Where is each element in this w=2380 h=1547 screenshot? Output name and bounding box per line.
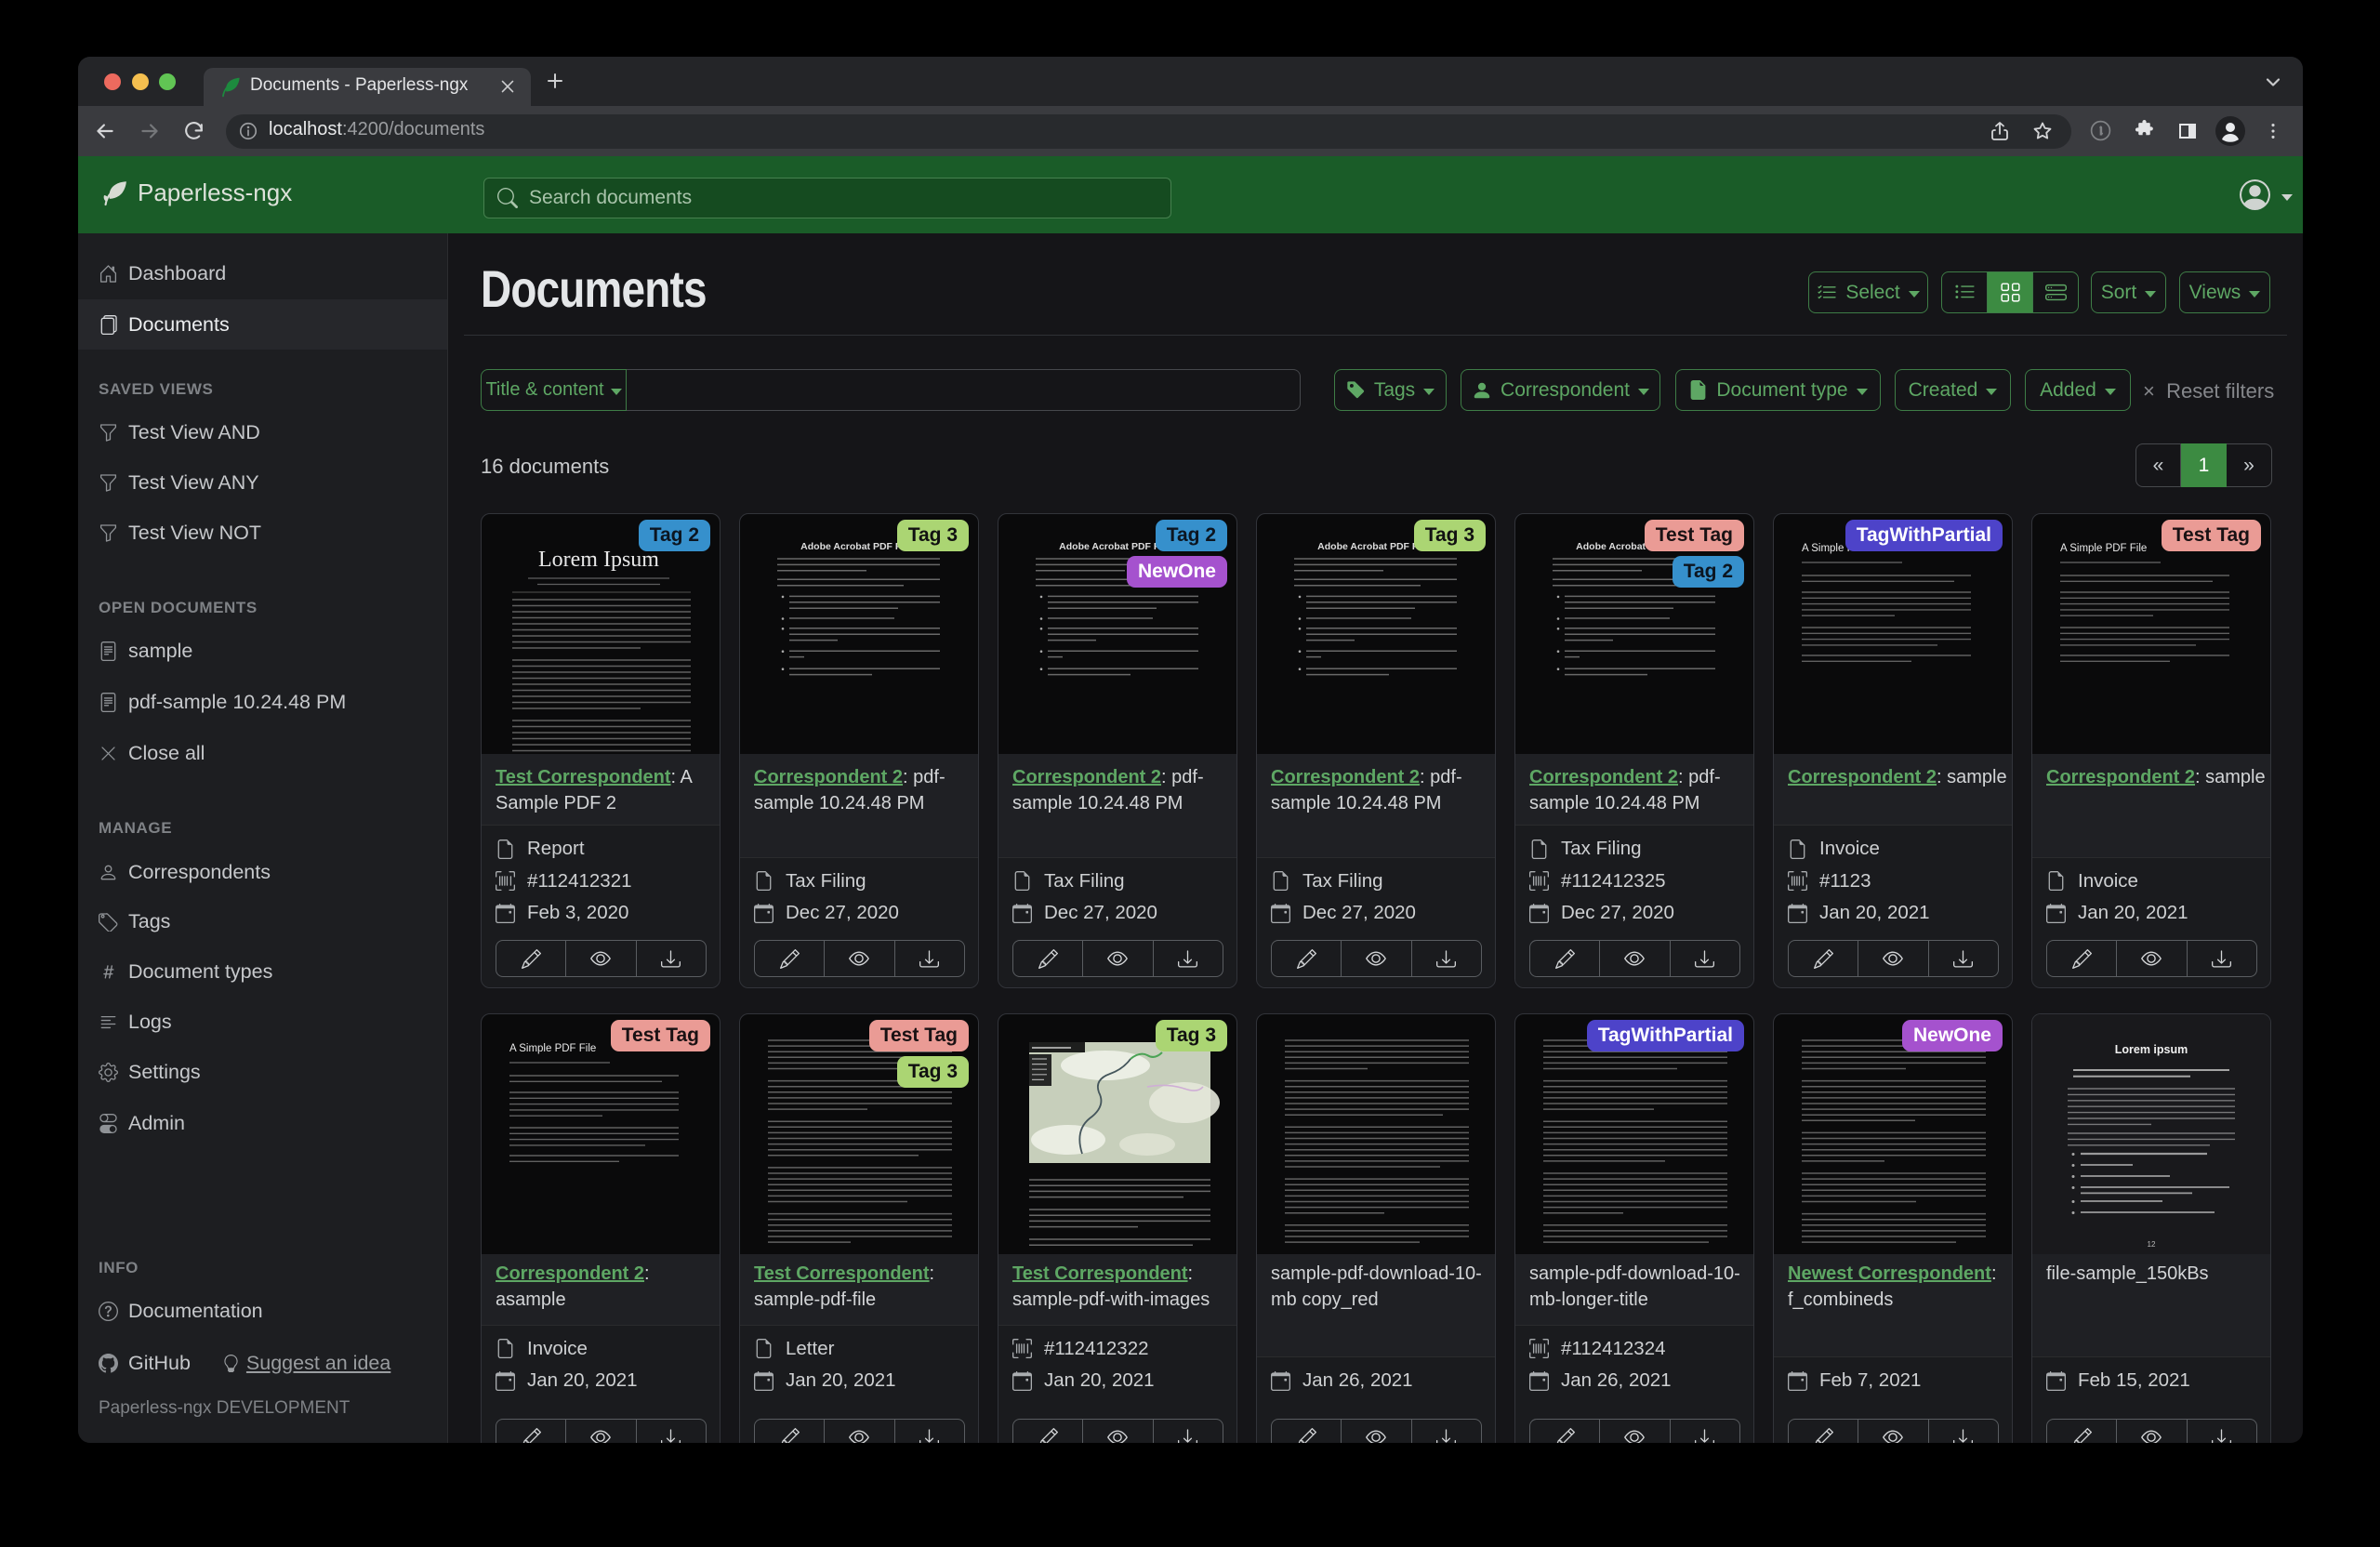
svg-text:Lorem Ipsum: Lorem Ipsum: [538, 548, 659, 572]
svg-text:Lorem ipsum: Lorem ipsum: [2115, 1043, 2188, 1056]
svg-text:A Simple PDF File: A Simple PDF File: [2060, 543, 2147, 554]
svg-text:12: 12: [2148, 1240, 2156, 1249]
svg-text:A Simple PDF File: A Simple PDF File: [509, 1043, 596, 1054]
